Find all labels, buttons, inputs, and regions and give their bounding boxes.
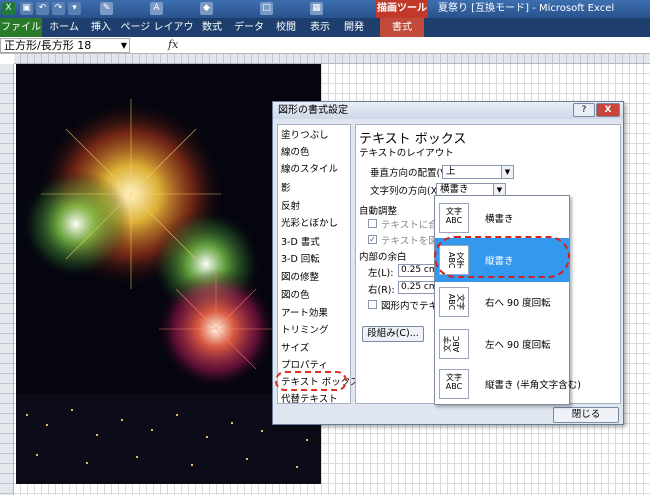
title-bar: X ▣ ↶ ↷ ▾ ✎ A ◆ □ ▦ 描画ツール 夏祭り [互換モード] - …	[0, 0, 650, 18]
sidebar-item-picture-corrections[interactable]: 図の修整	[281, 270, 319, 286]
tab-view[interactable]: 表示	[306, 18, 334, 37]
format-icon[interactable]: ✎	[100, 2, 113, 15]
close-icon[interactable]: X	[596, 103, 620, 117]
text-direction-dropdown: 文字 ABC 横書き 文字ABC 縦書き 文字 ABC 右へ 90 度回転 文字 AB…	[434, 195, 581, 406]
ribbon-tabs: ファイル ホーム 挿入 ページ レイアウト 数式 データ 校閲 表示 開発 書式	[0, 18, 650, 52]
dropdown-option-label: 横書き	[485, 214, 514, 225]
sidebar-item-shadow[interactable]: 影	[281, 181, 291, 197]
sidebar-item-reflection[interactable]: 反射	[281, 199, 300, 215]
close-button[interactable]: 閉じる	[553, 407, 619, 423]
tab-review[interactable]: 校閲	[272, 18, 300, 37]
name-box-value: 正方形/長方形 18	[4, 39, 92, 52]
tab-page-layout[interactable]: ページ レイアウト	[120, 18, 194, 52]
dropdown-option-horizontal[interactable]: 文字 ABC 横書き	[435, 196, 569, 240]
chevron-down-icon[interactable]: ▼	[121, 39, 127, 52]
row-headers[interactable]	[0, 64, 14, 495]
fx-icon[interactable]: fx	[168, 38, 178, 51]
left-margin-label: 左(L):	[368, 268, 394, 279]
vertical-halfwidth-text-icon: 文字 ABC	[439, 369, 469, 399]
undo-icon[interactable]: ↶	[36, 2, 49, 15]
tab-developer[interactable]: 開発	[340, 18, 368, 37]
quick-access-icon[interactable]: ▾	[68, 2, 81, 15]
window-title: 夏祭り [互換モード] - Microsoft Excel	[438, 3, 615, 14]
tab-file[interactable]: ファイル	[0, 18, 42, 37]
excel-app-icon[interactable]: X	[2, 2, 15, 15]
sidebar-item-picture-color[interactable]: 図の色	[281, 288, 310, 304]
sidebar-item-glow[interactable]: 光彩とぼかし	[281, 216, 338, 232]
name-box[interactable]: 正方形/長方形 18 ▼	[0, 38, 130, 53]
tab-formulas[interactable]: 数式	[198, 18, 226, 37]
dropdown-option-rotate-left[interactable]: 文字 ABC 左へ 90 度回転	[435, 322, 569, 366]
dropdown-option-label: 右へ 90 度回転	[485, 298, 551, 309]
sidebar-item-3d-format[interactable]: 3-D 書式	[281, 235, 320, 251]
dropdown-highlight	[434, 236, 570, 278]
font-color-icon[interactable]: A	[150, 2, 163, 15]
autofit-section: 自動調整	[359, 206, 398, 217]
autofit-resize-checkbox[interactable]	[368, 219, 377, 228]
save-icon[interactable]: ▣	[20, 2, 33, 15]
tab-insert[interactable]: 挿入	[86, 18, 116, 37]
autofit-wrap-checkbox[interactable]: ✓	[368, 235, 377, 244]
dialog-sidebar: 塗りつぶし 線の色 線のスタイル 影 反射 光彩とぼかし 3-D 書式 3-D …	[277, 124, 359, 405]
text-direction-label: 文字列の方向(X):	[370, 186, 445, 197]
chevron-down-icon[interactable]: ▼	[501, 166, 513, 178]
internal-margin-section: 内部の余白	[359, 252, 407, 263]
drawing-tools-tab[interactable]: 描画ツール	[376, 0, 428, 18]
rotate-left-text-icon: 文字 ABC	[439, 329, 469, 359]
right-margin-label: 右(R):	[368, 285, 395, 296]
redo-icon[interactable]: ↷	[52, 2, 65, 15]
columns-button[interactable]: 段組み(C)...	[362, 326, 424, 342]
text-direction-value: 横書き	[440, 184, 469, 195]
sidebar-item-crop[interactable]: トリミング	[281, 323, 329, 339]
sidebar-item-3d-rotation[interactable]: 3-D 回転	[281, 252, 320, 268]
grid-icon[interactable]: ▦	[310, 2, 323, 15]
dropdown-option-vertical-halfwidth[interactable]: 文字 ABC 縦書き (半角文字含む)	[435, 362, 581, 406]
help-button[interactable]: ?	[573, 103, 595, 117]
sidebar-item-line-style[interactable]: 線のスタイル	[281, 162, 338, 178]
sidebar-item-alt-text[interactable]: 代替テキスト	[281, 392, 338, 408]
tab-format[interactable]: 書式	[380, 18, 424, 37]
sidebar-item-artistic-effects[interactable]: アート効果	[281, 306, 328, 322]
dropdown-option-label: 縦書き (半角文字含む)	[485, 380, 581, 391]
formula-bar: 正方形/長方形 18 ▼ fx	[0, 37, 650, 54]
wrap-in-shape-checkbox[interactable]	[368, 300, 377, 309]
horizontal-text-icon: 文字 ABC	[439, 203, 469, 233]
dropdown-option-rotate-right[interactable]: 文字 ABC 右へ 90 度回転	[435, 280, 569, 324]
sidebar-item-fill[interactable]: 塗りつぶし	[281, 128, 329, 144]
rotate-right-text-icon: 文字 ABC	[439, 287, 469, 317]
sidebar-highlight	[275, 371, 347, 391]
tab-home[interactable]: ホーム	[46, 18, 82, 37]
tab-data[interactable]: データ	[232, 18, 266, 37]
dropdown-option-label: 左へ 90 度回転	[485, 340, 551, 351]
column-headers[interactable]	[14, 54, 650, 64]
sidebar-item-line-color[interactable]: 線の色	[281, 145, 310, 161]
text-layout-section: テキストのレイアウト	[359, 148, 454, 159]
dialog-title: 図形の書式設定	[273, 102, 623, 119]
vertical-align-select[interactable]: 上 ▼	[442, 165, 514, 179]
fill-color-icon[interactable]: ◆	[200, 2, 213, 15]
shape-icon[interactable]: □	[260, 2, 273, 15]
vertical-align-value: 上	[446, 166, 456, 177]
sidebar-item-size[interactable]: サイズ	[281, 341, 309, 357]
